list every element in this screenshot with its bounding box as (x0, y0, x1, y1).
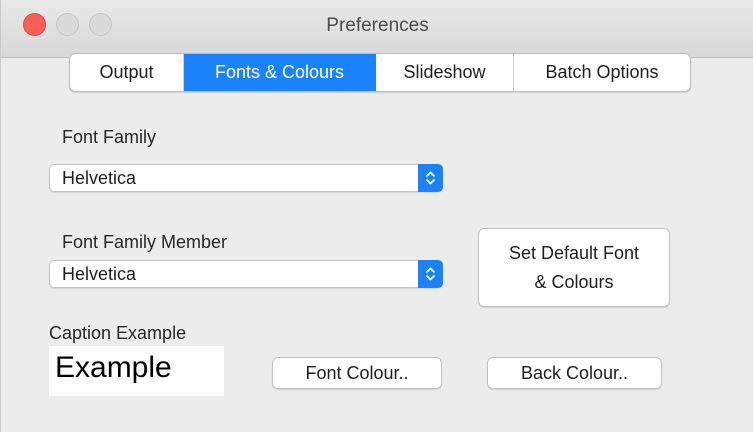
set-default-button-line1: Set Default Font (508, 243, 640, 263)
caption-example-preview: Example (49, 346, 224, 396)
font-family-stepper[interactable] (418, 164, 443, 192)
font-family-member-value: Helvetica (62, 264, 137, 284)
font-family-member-select[interactable]: Helvetica (49, 260, 443, 288)
caption-example-text: Example (55, 351, 172, 384)
tab-slideshow[interactable]: Slideshow (376, 54, 514, 91)
font-family-label: Font Family (62, 127, 157, 147)
preferences-window: Preferences Output Fonts & Colours Slide… (0, 0, 753, 432)
font-colour-button[interactable]: Font Colour.. (272, 357, 442, 389)
font-family-member-stepper[interactable] (418, 260, 443, 288)
font-family-value: Helvetica (62, 168, 137, 188)
tab-bar: Output Fonts & Colours Slideshow Batch O… (69, 53, 691, 92)
font-family-member-label: Font Family Member (62, 232, 228, 252)
back-colour-button[interactable]: Back Colour.. (487, 357, 662, 389)
window-title: Preferences (326, 15, 429, 36)
up-down-chevron-icon (426, 171, 435, 185)
font-family-select[interactable]: Helvetica (49, 164, 443, 192)
tab-batch-options[interactable]: Batch Options (514, 54, 690, 91)
up-down-chevron-icon (426, 267, 435, 281)
title-bar[interactable]: Preferences (1, 0, 753, 58)
tab-output[interactable]: Output (70, 54, 184, 91)
tab-fonts-colours[interactable]: Fonts & Colours (184, 54, 376, 91)
caption-example-label: Caption Example (49, 323, 187, 343)
set-default-button-line2: & Colours (534, 272, 614, 292)
set-default-font-colours-button[interactable]: Set Default Font & Colours (478, 228, 670, 307)
